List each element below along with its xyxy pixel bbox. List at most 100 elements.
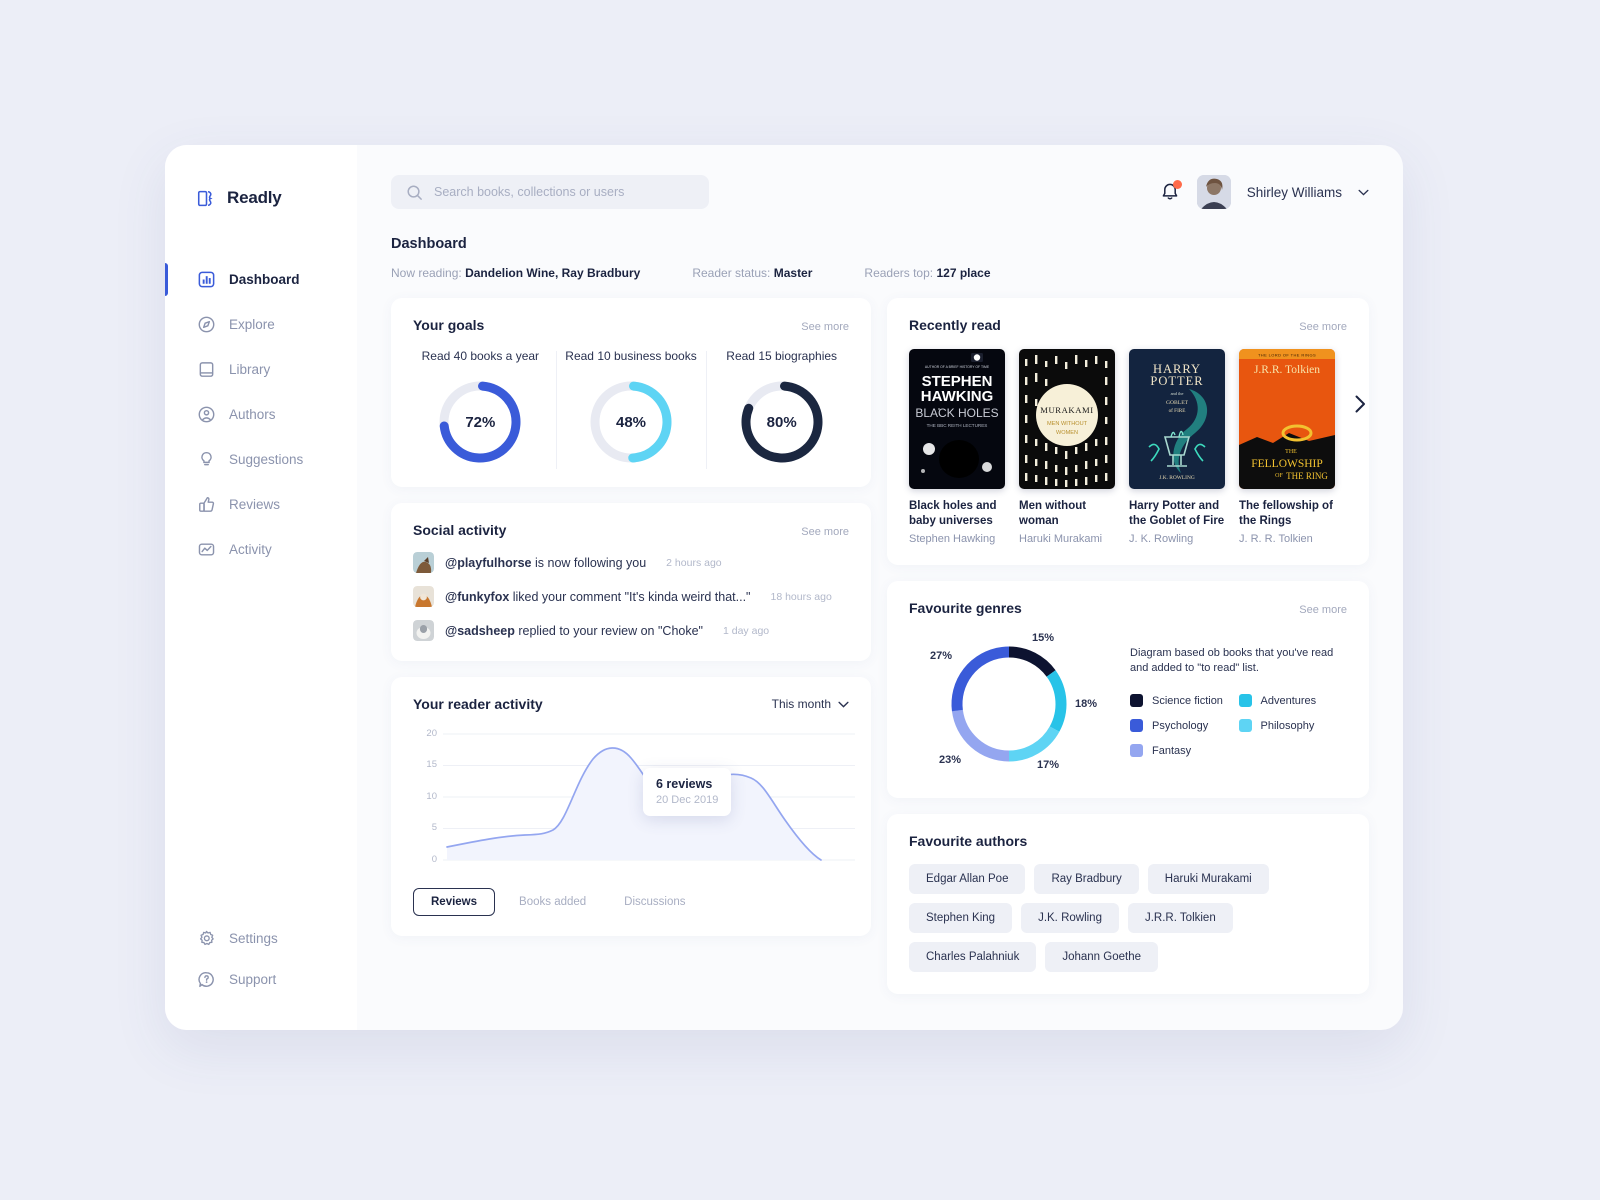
sidebar-bottom-nav: Settings Support: [165, 918, 357, 1030]
book-icon: [199, 362, 214, 377]
book-card[interactable]: MURAKAMI MEN WITHOUT WOMEN Men without w…: [1019, 349, 1115, 545]
social-see-more[interactable]: See more: [801, 526, 849, 538]
author-tag[interactable]: Ray Bradbury: [1034, 864, 1139, 895]
topbar-right: Shirley Williams: [1159, 175, 1369, 209]
book-cover: MURAKAMI MEN WITHOUT WOMEN: [1019, 349, 1115, 489]
sidebar-item-support[interactable]: Support: [165, 959, 357, 1000]
goal-ring: 72%: [435, 377, 525, 467]
right-column: Recently read See more AUTHOR OF A BRIEF…: [887, 298, 1371, 995]
reader-activity-card: Your reader activity This month 20 15 10…: [391, 677, 871, 936]
sidebar-item-activity[interactable]: Activity: [165, 527, 357, 572]
goal-item: Read 15 biographies 80%: [706, 349, 857, 469]
authors-header: Favourite authors: [887, 814, 1369, 849]
social-user: @funkyfox: [445, 589, 510, 604]
social-title: Social activity: [413, 522, 507, 538]
chart-tooltip: 6 reviews 20 Dec 2019: [643, 768, 732, 816]
activity-graph-icon: [198, 543, 215, 556]
list-item[interactable]: @playfulhorse is now following you 2 hou…: [413, 552, 849, 573]
goal-ring: 80%: [737, 377, 827, 467]
sidebar-item-label: Explore: [229, 317, 275, 332]
book-b-logo-icon: [197, 190, 213, 206]
sidebar-item-dashboard[interactable]: Dashboard: [165, 257, 357, 302]
tab-reviews[interactable]: Reviews: [413, 888, 496, 916]
legend-label: Adventures: [1260, 694, 1317, 707]
author-tag[interactable]: Edgar Allan Poe: [909, 864, 1026, 895]
book-cover: AUTHOR OF A BRIEF HISTORY OF TIME STEPHE…: [909, 349, 1005, 489]
book-card[interactable]: AUTHOR OF A BRIEF HISTORY OF TIME STEPHE…: [909, 349, 1005, 545]
genres-see-more[interactable]: See more: [1299, 604, 1347, 616]
book-author: J. R. R. Tolkien: [1239, 533, 1313, 546]
author-tag[interactable]: Haruki Murakami: [1147, 864, 1269, 895]
cover-line6: J.K. ROWLING: [1159, 475, 1195, 481]
chevron-down-icon[interactable]: [1358, 189, 1369, 196]
author-tag[interactable]: J.R.R. Tolkien: [1127, 903, 1233, 934]
tab-discussions[interactable]: Discussions: [610, 889, 699, 915]
sidebar-item-settings[interactable]: Settings: [165, 918, 357, 959]
cover-line1: THE LORD OF THE RINGS: [1258, 352, 1316, 357]
meta-value: Dandelion Wine, Ray Bradbury: [465, 266, 641, 280]
author-tag[interactable]: Johann Goethe: [1045, 942, 1158, 973]
legend-label: Science fiction: [1152, 694, 1223, 707]
genre-percent-psychology: 27%: [930, 650, 953, 663]
social-time: 1 day ago: [723, 624, 770, 637]
sidebar-item-label: Library: [229, 362, 271, 377]
genres-legend-area: Diagram based ob books that you've read …: [1124, 646, 1347, 758]
book-cover: THE LORD OF THE RINGS J.R.R. Tolkien THE…: [1239, 349, 1335, 489]
legend-label: Fantasy: [1152, 744, 1192, 757]
book-title: The fellowship of the Rings: [1239, 500, 1333, 527]
avatar: [413, 586, 434, 607]
meta-value: 127 place: [936, 266, 991, 280]
social-text: @sadsheep replied to your review on "Cho…: [445, 624, 703, 638]
sidebar-item-explore[interactable]: Explore: [165, 302, 357, 347]
question-bubble-icon: [198, 972, 214, 988]
tab-books-added[interactable]: Books added: [505, 889, 600, 915]
meta-readers-top: Readers top: 127 place: [864, 266, 990, 280]
author-tag[interactable]: J.K. Rowling: [1021, 903, 1119, 934]
author-tag[interactable]: Charles Palahniuk: [909, 942, 1037, 973]
chevron-right-icon[interactable]: [1349, 393, 1371, 415]
meta-label: Reader status:: [692, 266, 771, 280]
sidebar-item-label: Dashboard: [229, 272, 300, 287]
user-name: Shirley Williams: [1246, 184, 1342, 200]
period-label: This month: [771, 697, 831, 711]
goals-see-more[interactable]: See more: [801, 321, 849, 333]
social-action: is now following you: [531, 555, 647, 570]
sidebar-item-authors[interactable]: Authors: [165, 392, 357, 437]
book-author: Haruki Murakami: [1019, 533, 1103, 546]
cover-line1: MURAKAMI: [1040, 405, 1094, 415]
search-input[interactable]: [434, 185, 695, 199]
book-card[interactable]: THE LORD OF THE RINGS J.R.R. Tolkien THE…: [1239, 349, 1335, 545]
search-icon: [407, 184, 422, 200]
genres-donut-wrap: 15% 18% 17% 23% 27%: [909, 626, 1124, 776]
cover-line4: GOBLET: [1166, 400, 1189, 406]
lightbulb-icon: [201, 451, 212, 466]
meta-value: Master: [773, 266, 813, 280]
social-text: @funkyfox liked your comment "It's kinda…: [445, 590, 751, 604]
social-user: @sadsheep: [445, 623, 515, 638]
brand-logo[interactable]: Readly: [165, 181, 357, 215]
cover-line3: HAWKING: [921, 388, 994, 405]
search-bar[interactable]: [391, 175, 709, 209]
recently-read-see-more[interactable]: See more: [1299, 321, 1347, 333]
sidebar-item-reviews[interactable]: Reviews: [165, 482, 357, 527]
book-card[interactable]: HARRY POTTER and the GOBLET of FIRE J.K.…: [1129, 349, 1225, 545]
legend-item-psychology: Psychology: [1130, 719, 1239, 733]
favourite-genres-card: Favourite genres See more 15% 18% 17% 23…: [887, 581, 1369, 799]
sidebar: Readly Dashboard Explore Library Authors…: [165, 145, 357, 1030]
goal-label: Read 40 books a year: [421, 349, 540, 363]
sidebar-item-label: Activity: [229, 542, 272, 557]
list-item[interactable]: @funkyfox liked your comment "It's kinda…: [413, 586, 849, 607]
favourite-authors-card: Favourite authors Edgar Allan Poe Ray Br…: [887, 814, 1369, 995]
list-item[interactable]: @sadsheep replied to your review on "Cho…: [413, 620, 849, 641]
left-column: Your goals See more Read 40 books a year: [391, 298, 871, 936]
y-axis-labels: 20 15 10 5 0: [407, 722, 441, 872]
period-selector[interactable]: This month: [772, 697, 849, 711]
sidebar-item-library[interactable]: Library: [165, 347, 357, 392]
cover-line3: THE: [1285, 449, 1297, 455]
sidebar-item-suggestions[interactable]: Suggestions: [165, 437, 357, 482]
goal-value: 72%: [465, 413, 496, 431]
notifications-button[interactable]: [1159, 180, 1182, 203]
author-tag[interactable]: Stephen King: [909, 903, 1013, 934]
book-author: J. K. Rowling: [1129, 533, 1194, 546]
avatar[interactable]: [1196, 175, 1231, 209]
